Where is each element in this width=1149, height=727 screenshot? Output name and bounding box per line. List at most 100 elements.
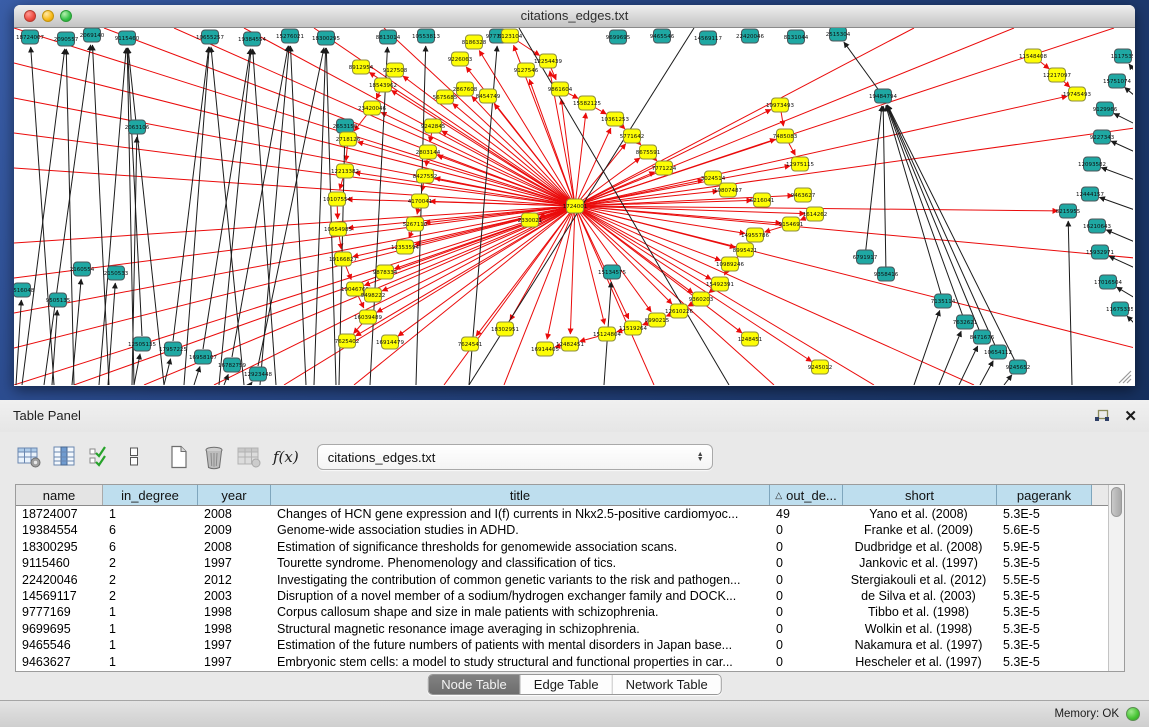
float-panel-icon[interactable] — [1094, 409, 1110, 424]
graph-node[interactable]: 8912954 — [349, 60, 374, 74]
tab-edge-table[interactable]: Edge Table — [521, 675, 613, 694]
graph-node[interactable]: 8990215 — [645, 313, 670, 327]
graph-node[interactable]: 2069140 — [80, 28, 105, 42]
graph-node[interactable]: 19745493 — [1063, 87, 1091, 101]
close-panel-icon[interactable]: ✕ — [1124, 409, 1137, 424]
select-rows-icon[interactable] — [86, 444, 112, 470]
tab-node-table[interactable]: Node Table — [428, 675, 521, 694]
graph-node[interactable]: 9358416 — [874, 267, 899, 281]
network-canvas-svg[interactable]: 1872400720905572069140911546010655257193… — [14, 28, 1133, 385]
graph-node[interactable]: 1724001 — [563, 199, 588, 213]
graph-node[interactable]: 2803144 — [416, 145, 441, 159]
new-table-icon[interactable] — [166, 444, 192, 470]
resize-grip[interactable] — [1119, 371, 1131, 383]
graph-node[interactable]: 15276021 — [276, 29, 304, 43]
graph-node[interactable]: 10107554 — [323, 192, 351, 206]
graph-node[interactable]: 9699695 — [606, 30, 631, 44]
column-header-name[interactable]: name — [16, 485, 103, 505]
graph-node[interactable]: 8427552 — [413, 169, 438, 183]
delete-attribute-icon[interactable] — [201, 444, 227, 470]
column-header-pagerank[interactable]: pagerank — [997, 485, 1092, 505]
graph-node[interactable]: 10553813 — [412, 29, 440, 43]
graph-node[interactable]: 9245012 — [808, 360, 833, 374]
graph-node[interactable]: 2160554 — [70, 262, 95, 276]
graph-node[interactable]: 12482451 — [556, 337, 584, 351]
graph-node[interactable]: 1248451 — [738, 332, 763, 346]
graph-node[interactable]: 6791917 — [853, 250, 878, 264]
table-row[interactable]: 2242004622012Investigating the contribut… — [16, 572, 1124, 588]
graph-node[interactable]: 8995421 — [733, 243, 758, 257]
scrollbar-thumb[interactable] — [1111, 487, 1122, 517]
graph-node[interactable]: 9360203 — [689, 292, 714, 306]
graph-node[interactable]: 9127546 — [514, 63, 539, 77]
graph-node[interactable]: 8215955 — [1056, 204, 1081, 218]
graph-node[interactable]: 7625402 — [335, 334, 360, 348]
minimize-window-button[interactable] — [42, 10, 54, 22]
graph-node[interactable]: 16958107 — [189, 350, 217, 364]
table-row[interactable]: 946554611997Estimation of the future num… — [16, 637, 1124, 653]
graph-node[interactable]: 19384554 — [238, 32, 266, 46]
graph-node[interactable]: 14569117 — [694, 31, 722, 45]
graph-node[interactable]: 10655257 — [196, 30, 224, 44]
column-header-in-degree[interactable]: in_degree — [103, 485, 198, 505]
graph-node[interactable]: 5771642 — [620, 129, 645, 143]
graph-node[interactable]: 8131044 — [784, 30, 809, 44]
graph-node[interactable]: 7624541 — [458, 337, 483, 351]
graph-node[interactable]: 12610226 — [665, 304, 693, 318]
graph-node[interactable]: 1614262 — [803, 207, 828, 221]
select-column-icon[interactable] — [51, 444, 77, 470]
graph-node[interactable]: 8471676 — [970, 330, 995, 344]
graph-node[interactable]: 18302951 — [491, 322, 519, 336]
graph-node[interactable]: 16914479 — [376, 335, 404, 349]
table-row[interactable]: 911546021997Tourette syndrome. Phenomeno… — [16, 555, 1124, 571]
tab-network-table[interactable]: Network Table — [613, 675, 721, 694]
graph-node[interactable]: 11675335 — [1106, 302, 1133, 316]
column-header-short[interactable]: short — [843, 485, 997, 505]
graph-node[interactable]: 2090557 — [54, 32, 79, 46]
graph-node[interactable]: 9498222 — [361, 288, 386, 302]
graph-node[interactable]: 9245652 — [1006, 360, 1031, 374]
table-row[interactable]: 1456911722003Disruption of a novel membe… — [16, 588, 1124, 604]
graph-node[interactable]: 19166827 — [329, 252, 357, 266]
graph-node[interactable]: 2330021 — [518, 213, 543, 227]
graph-node[interactable]: 9154691 — [779, 217, 804, 231]
graph-node[interactable]: 4170041 — [408, 194, 433, 208]
graph-node[interactable]: 10654985 — [324, 222, 352, 236]
graph-node[interactable]: 8454749 — [476, 89, 501, 103]
graph-node[interactable]: 11519264 — [619, 321, 647, 335]
graph-node[interactable]: 12217097 — [1043, 68, 1071, 82]
zoom-window-button[interactable] — [60, 10, 72, 22]
graph-node[interactable]: 9463627 — [791, 188, 816, 202]
graph-node[interactable]: 16210643 — [1083, 219, 1111, 233]
graph-node[interactable]: 2515304 — [826, 28, 851, 41]
graph-node[interactable]: 12975115 — [786, 157, 814, 171]
graph-node[interactable]: 17016504 — [1094, 275, 1122, 289]
table-select-combo[interactable]: citations_edges.txt ▲▼ — [317, 444, 713, 470]
graph-node[interactable]: 22420046 — [736, 29, 764, 43]
graph-node[interactable]: 10989246 — [716, 257, 744, 271]
table-row[interactable]: 1872400712008Changes of HCN gene express… — [16, 506, 1124, 522]
graph-node[interactable]: 18724007 — [16, 30, 44, 44]
graph-node[interactable]: 1117535 — [1111, 49, 1133, 63]
table-row[interactable]: 969969511998Structural magnetic resonanc… — [16, 621, 1124, 637]
graph-node[interactable]: 12444157 — [1076, 187, 1104, 201]
graph-node[interactable]: 18543962 — [369, 78, 397, 92]
graph-node[interactable]: 9226063 — [448, 52, 473, 66]
graph-node[interactable]: 6216041 — [750, 193, 775, 207]
graph-node[interactable]: 9127508 — [383, 63, 408, 77]
table-settings-icon[interactable] — [16, 444, 42, 470]
network-window-titlebar[interactable]: citations_edges.txt — [14, 5, 1135, 28]
table-row[interactable]: 1938455462009Genome-wide association stu… — [16, 522, 1124, 538]
close-window-button[interactable] — [24, 10, 36, 22]
graph-node[interactable]: 16039489 — [354, 310, 382, 324]
graph-node[interactable]: 8186328 — [462, 35, 487, 49]
graph-node[interactable]: 2718126 — [336, 132, 361, 146]
graph-node[interactable]: 2063106 — [125, 120, 150, 134]
graph-node[interactable]: 12213382 — [331, 164, 359, 178]
graph-node[interactable]: 14955786 — [741, 228, 769, 242]
graph-node[interactable]: 7135114 — [931, 294, 956, 308]
graph-node[interactable]: 9227343 — [1090, 130, 1115, 144]
graph-node[interactable]: 12254439 — [534, 54, 562, 68]
graph-node[interactable]: 9505135 — [46, 293, 71, 307]
graph-node[interactable]: 8813014 — [376, 30, 401, 44]
